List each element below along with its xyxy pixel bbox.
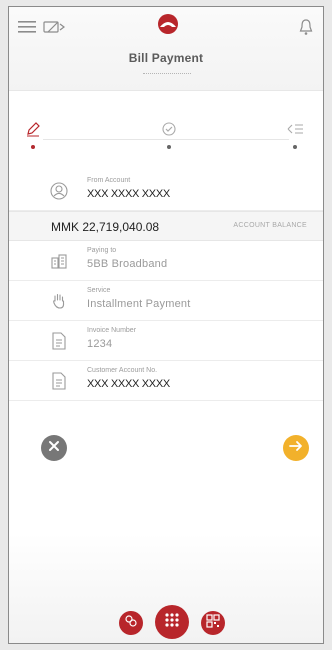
step-dot xyxy=(167,145,171,149)
step-dot-active xyxy=(31,145,35,149)
balance-label: ACCOUNT BALANCE xyxy=(233,222,307,229)
invoice-number-label: Invoice Number xyxy=(87,327,137,334)
step-confirm xyxy=(285,121,305,149)
hand-icon xyxy=(49,291,69,311)
transfer-icon xyxy=(124,614,138,633)
switch-account-icon[interactable] xyxy=(43,17,65,37)
verify-icon xyxy=(161,121,177,139)
grid-menu-icon xyxy=(164,612,180,633)
customer-account-value: XXX XXXX XXXX xyxy=(87,378,170,390)
balance-amount: MMK 22,719,040.08 xyxy=(51,220,160,234)
title-divider xyxy=(143,73,191,75)
document-icon xyxy=(49,331,69,351)
account-balance-row: MMK 22,719,040.08 ACCOUNT BALANCE xyxy=(9,211,323,241)
service-value: Installment Payment xyxy=(87,298,191,310)
service-label: Service xyxy=(87,287,111,294)
user-icon xyxy=(49,181,69,201)
edit-icon xyxy=(25,121,41,139)
service-field[interactable]: Service Installment Payment xyxy=(9,281,323,321)
app-window: Bill Payment From Account XXX XXXX XXXX … xyxy=(8,6,324,644)
building-icon xyxy=(49,251,69,271)
nav-menu-button[interactable] xyxy=(155,605,189,639)
step-verify xyxy=(159,121,179,149)
header: Bill Payment xyxy=(9,7,323,91)
from-account-label: From Account xyxy=(87,177,131,184)
progress-steps xyxy=(9,111,323,159)
nav-transfer-button[interactable] xyxy=(119,611,143,635)
step-line xyxy=(43,139,289,140)
invoice-number-field[interactable]: Invoice Number 1234 xyxy=(9,321,323,361)
customer-account-field[interactable]: Customer Account No. XXX XXXX XXXX xyxy=(9,361,323,401)
paying-to-value: 5BB Broadband xyxy=(87,258,168,270)
document-icon xyxy=(49,371,69,391)
from-account-value: XXX XXXX XXXX xyxy=(87,188,170,200)
next-button[interactable] xyxy=(283,435,309,461)
paying-to-label: Paying to xyxy=(87,247,117,254)
menu-icon[interactable] xyxy=(17,17,37,37)
paying-to-field[interactable]: Paying to 5BB Broadband xyxy=(9,241,323,281)
bank-logo xyxy=(157,13,179,35)
from-account-field[interactable]: From Account XXX XXXX XXXX xyxy=(9,171,323,211)
qr-icon xyxy=(206,613,220,633)
cancel-button[interactable] xyxy=(41,435,67,461)
bell-icon[interactable] xyxy=(297,17,315,37)
step-dot xyxy=(293,145,297,149)
page-title: Bill Payment xyxy=(128,51,204,65)
invoice-number-value: 1234 xyxy=(87,338,113,350)
nav-qr-button[interactable] xyxy=(201,611,225,635)
close-icon xyxy=(48,439,60,457)
arrow-right-icon xyxy=(289,439,303,457)
step-edit xyxy=(23,121,43,149)
payment-form: From Account XXX XXXX XXXX MMK 22,719,04… xyxy=(9,171,323,401)
confirm-icon xyxy=(286,121,304,139)
customer-account-label: Customer Account No. xyxy=(87,367,158,374)
